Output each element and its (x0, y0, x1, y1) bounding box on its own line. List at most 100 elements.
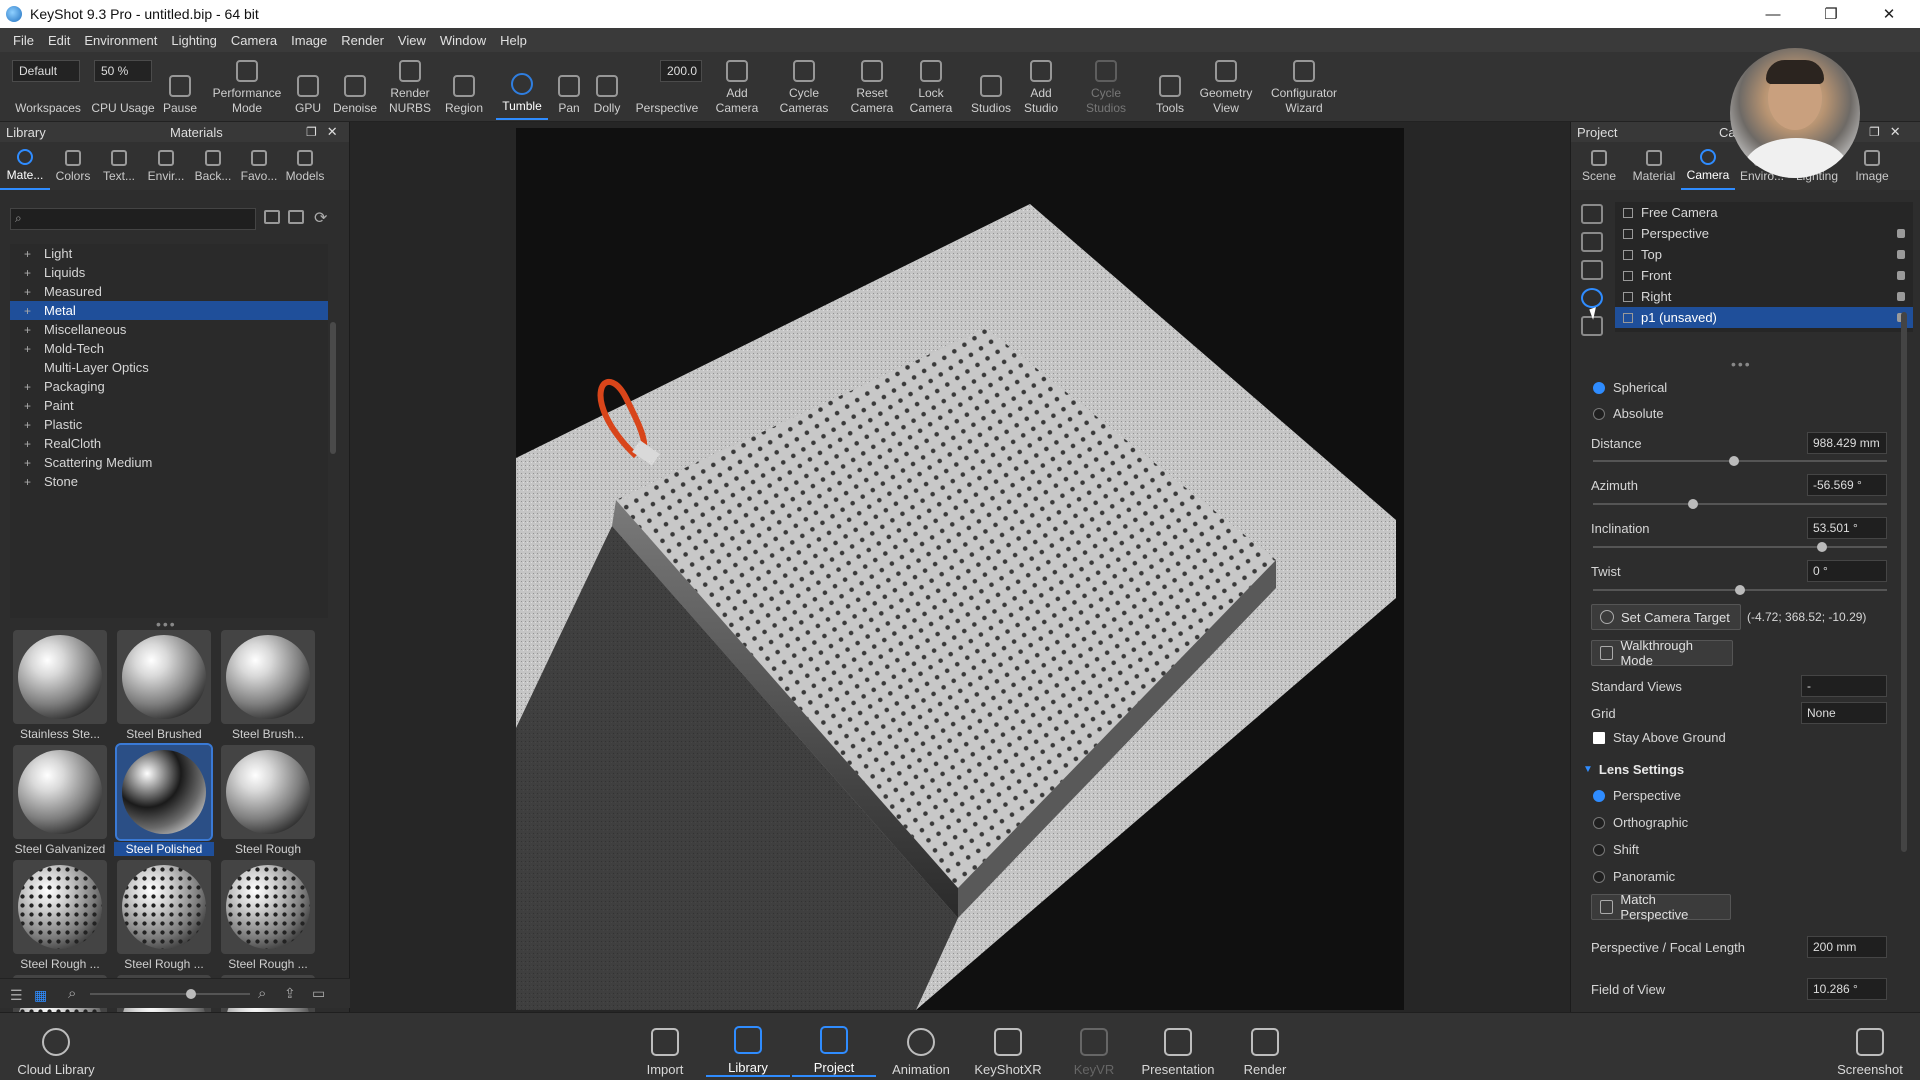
tree-item[interactable]: + Miscellaneous (10, 320, 328, 339)
restore-button[interactable]: ❐ (1802, 0, 1860, 28)
menu-window[interactable]: Window (433, 33, 493, 48)
pause-button[interactable]: Pause (156, 56, 204, 120)
grid-view-icon[interactable]: ▦ (34, 987, 47, 1004)
tab-favorites[interactable]: Favo... (236, 142, 282, 190)
camera-list-item[interactable]: Right (1615, 286, 1913, 307)
tree-item[interactable]: + Measured (10, 282, 328, 301)
list-view-icon[interactable]: ☰ (10, 987, 23, 1004)
thumbnail-size-slider[interactable] (90, 989, 250, 999)
material-thumbnail[interactable]: Steel Brushed (114, 630, 214, 742)
keyvr-button[interactable]: KeyVR (1066, 1021, 1122, 1077)
tree-item[interactable]: + Mold-Tech (10, 339, 328, 358)
menu-file[interactable]: File (6, 33, 41, 48)
camera-add-icon[interactable] (1581, 204, 1603, 224)
inclination-knob[interactable] (1817, 542, 1828, 552)
grid-select[interactable]: None (1801, 702, 1887, 724)
field-of-view-field[interactable]: 10.286 ° (1807, 978, 1887, 1000)
stay-above-ground-checkbox[interactable]: Stay Above Ground (1593, 730, 1726, 745)
tab-textures[interactable]: Text... (96, 142, 142, 190)
menu-camera[interactable]: Camera (224, 33, 284, 48)
lens-orthographic-radio[interactable]: Orthographic (1593, 815, 1688, 830)
expand-icon[interactable]: + (24, 304, 31, 318)
delete-icon[interactable] (1581, 260, 1603, 280)
tab-material[interactable]: Material (1627, 142, 1681, 190)
add-camera-button[interactable]: Add Camera (712, 56, 762, 120)
keyshotxr-button[interactable]: KeyShotXR (970, 1021, 1046, 1077)
render-button[interactable]: Render (1236, 1021, 1294, 1077)
twist-knob[interactable] (1735, 585, 1745, 595)
camera-list-item[interactable]: Free Camera (1615, 202, 1913, 223)
inclination-slider[interactable] (1593, 542, 1887, 552)
region-button[interactable]: Region (440, 56, 488, 120)
zoom-out-icon[interactable]: ⌕ (68, 985, 76, 1002)
lens-perspective-radio[interactable]: Perspective (1593, 788, 1681, 803)
geometry-view-button[interactable]: Geometry View (1194, 56, 1258, 120)
lens-panoramic-radio[interactable]: Panoramic (1593, 869, 1675, 884)
twist-slider[interactable] (1593, 585, 1887, 595)
lens-settings-header[interactable]: ▼ Lens Settings (1583, 758, 1909, 780)
lens-shift-radio[interactable]: Shift (1593, 842, 1639, 857)
inclination-field[interactable]: 53.501 ° (1807, 517, 1887, 539)
lock-icon[interactable] (1897, 271, 1905, 280)
twist-field[interactable]: 0 ° (1807, 560, 1887, 582)
lock-icon[interactable] (1897, 292, 1905, 301)
tree-item[interactable]: + Plastic (10, 415, 328, 434)
add-studio-button[interactable]: Add Studio (1016, 56, 1066, 120)
set-camera-target-button[interactable]: Set Camera Target (1591, 604, 1741, 630)
configurator-wizard-button[interactable]: Configurator Wizard (1264, 56, 1344, 120)
expand-icon[interactable]: + (24, 266, 31, 280)
camera-list-item[interactable]: p1 (unsaved) (1615, 307, 1913, 328)
tree-item[interactable]: + RealCloth (10, 434, 328, 453)
material-thumbnail[interactable]: Steel Rough ... (218, 860, 318, 972)
material-thumbnail[interactable]: Steel Polished (114, 743, 214, 857)
folder-icon[interactable] (264, 210, 280, 224)
tree-item[interactable]: + Liquids (10, 263, 328, 282)
tools-button[interactable]: Tools (1150, 56, 1190, 120)
match-perspective-button[interactable]: Match Perspective (1591, 892, 1731, 922)
pan-button[interactable]: Pan (552, 56, 586, 120)
azimuth-slider[interactable] (1593, 499, 1887, 509)
menu-environment[interactable]: Environment (77, 33, 164, 48)
menu-lighting[interactable]: Lighting (164, 33, 224, 48)
import-button[interactable]: Import (640, 1021, 690, 1077)
tab-scene[interactable]: Scene (1571, 142, 1627, 190)
expand-icon[interactable]: + (24, 456, 31, 470)
perspective-button[interactable]: Perspective (630, 56, 704, 120)
render-canvas[interactable] (516, 128, 1404, 1010)
material-thumbnail[interactable]: Steel Rough ... (114, 860, 214, 972)
distance-knob[interactable] (1729, 456, 1740, 466)
material-thumbnail[interactable]: Stainless Ste... (10, 630, 110, 742)
import-folder-icon[interactable]: ▭ (312, 985, 325, 1002)
lock-camera-button[interactable]: Lock Camera (906, 56, 956, 120)
lock-icon[interactable] (1897, 229, 1905, 238)
material-thumbnail[interactable]: Steel Rough (218, 745, 318, 857)
add-folder-icon[interactable] (288, 210, 304, 224)
tab-environments[interactable]: Envir... (142, 142, 190, 190)
tree-item[interactable]: Multi-Layer Optics (10, 358, 328, 377)
tree-item[interactable]: + Paint (10, 396, 328, 415)
camera-list-item[interactable]: Perspective (1615, 223, 1913, 244)
screenshot-button[interactable]: Screenshot (1830, 1021, 1910, 1077)
close-panel-icon[interactable]: ✕ (327, 124, 338, 140)
properties-scrollbar[interactable] (1901, 312, 1907, 852)
material-thumbnail[interactable]: Steel Brush... (218, 630, 318, 742)
tab-camera[interactable]: Camera (1681, 142, 1735, 190)
splitter-handle[interactable]: ••• (1731, 356, 1752, 372)
spherical-radio[interactable]: Spherical (1593, 380, 1667, 395)
gpu-button[interactable]: GPU (290, 56, 326, 120)
menu-view[interactable]: View (391, 33, 433, 48)
expand-icon[interactable]: + (24, 247, 31, 261)
cloud-library-button[interactable]: Cloud Library (14, 1021, 98, 1077)
cycle-studios-button[interactable]: Cycle Studios (1078, 56, 1134, 120)
float-panel-icon[interactable]: ❐ (1869, 125, 1880, 139)
camera-duplicate-icon[interactable] (1581, 232, 1603, 252)
float-panel-icon[interactable]: ❐ (306, 125, 317, 139)
expand-icon[interactable]: + (24, 418, 31, 432)
cycle-cameras-button[interactable]: Cycle Cameras (776, 56, 832, 120)
walkthrough-mode-button[interactable]: Walkthrough Mode (1591, 638, 1733, 668)
expand-icon[interactable]: + (24, 285, 31, 299)
presentation-button[interactable]: Presentation (1136, 1021, 1220, 1077)
render-nurbs-button[interactable]: Render NURBS (384, 56, 436, 120)
render-viewport[interactable] (350, 122, 1570, 1012)
close-button[interactable]: ✕ (1860, 0, 1918, 28)
